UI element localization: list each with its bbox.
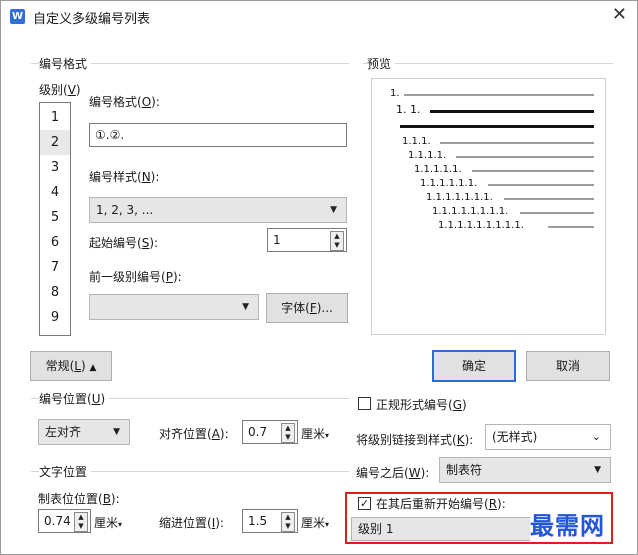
tab-position-unit[interactable]: 厘米▾ bbox=[94, 514, 122, 531]
number-format-label: 编号格式(O): bbox=[89, 95, 160, 109]
align-position-label: 对齐位置(A): bbox=[159, 427, 229, 441]
tab-position-value: 0.74 bbox=[44, 514, 71, 528]
align-position-spinner[interactable]: ▲ ▼ bbox=[281, 423, 295, 443]
spin-up-icon[interactable]: ▲ bbox=[282, 424, 294, 433]
preview-line-label: 1.1.1.1.1.1.1.1. bbox=[432, 206, 509, 217]
preview-line-label: 1. 1. bbox=[396, 103, 421, 116]
after-number-label: 编号之后(W): bbox=[356, 466, 430, 480]
watermark-text: 最需网 bbox=[530, 506, 605, 541]
spin-down-icon[interactable]: ▼ bbox=[282, 522, 294, 531]
start-number-value: 1 bbox=[273, 233, 281, 247]
preview-line bbox=[472, 170, 594, 172]
app-logo-icon: W bbox=[10, 9, 25, 24]
preview-line bbox=[404, 94, 594, 96]
after-number-value: 制表符 bbox=[446, 463, 483, 477]
number-style-select[interactable]: 1, 2, 3, ... ▼ bbox=[89, 197, 347, 223]
preview-line bbox=[520, 212, 594, 214]
level-item[interactable]: 4 bbox=[40, 180, 70, 205]
level-item[interactable]: 7 bbox=[40, 255, 70, 280]
ok-button[interactable]: 确定 bbox=[432, 350, 516, 382]
indent-position-spinner[interactable]: ▲ ▼ bbox=[281, 512, 295, 532]
preview-separator bbox=[363, 63, 613, 64]
close-icon[interactable]: ✕ bbox=[612, 4, 627, 25]
indent-position-label: 缩进位置(I): bbox=[159, 516, 224, 530]
preview-line bbox=[548, 226, 594, 228]
indent-position-input[interactable]: 1.5 ▲ ▼ bbox=[242, 509, 298, 533]
start-number-label: 起始编号(S): bbox=[89, 236, 159, 250]
preview-line-label: 1.1.1.1.1.1.1. bbox=[426, 192, 493, 203]
preview-line bbox=[456, 156, 594, 158]
chevron-down-icon: ▼ bbox=[113, 427, 120, 437]
cancel-button[interactable]: 取消 bbox=[526, 351, 610, 381]
start-number-input[interactable]: 1 ▲ ▼ bbox=[267, 228, 347, 252]
chevron-down-icon: ⌄ bbox=[591, 430, 601, 443]
align-position-input[interactable]: 0.7 ▲ ▼ bbox=[242, 420, 298, 444]
preview-line-label: 1.1.1.1.1.1. bbox=[420, 178, 478, 189]
spin-down-icon[interactable]: ▼ bbox=[75, 522, 87, 531]
preview-line-label: 1. bbox=[390, 88, 400, 99]
preview-pane: 1. 1. 1. 1.1.1. 1.1.1.1. 1.1.1.1.1. 1.1.… bbox=[371, 78, 606, 335]
level-item[interactable]: 6 bbox=[40, 230, 70, 255]
align-position-value: 0.7 bbox=[248, 425, 268, 439]
align-position-unit[interactable]: 厘米▾ bbox=[301, 425, 329, 442]
chevron-down-icon: ▼ bbox=[242, 302, 249, 312]
number-style-label: 编号样式(N): bbox=[89, 170, 160, 184]
font-button[interactable]: 字体(F)... bbox=[266, 293, 348, 323]
tab-position-spinner[interactable]: ▲ ▼ bbox=[74, 512, 88, 532]
spin-up-icon[interactable]: ▲ bbox=[331, 232, 343, 241]
level-item[interactable]: 3 bbox=[40, 155, 70, 180]
number-style-value: 1, 2, 3, ... bbox=[96, 203, 154, 217]
general-toggle-button[interactable]: 常规(L) ▲ bbox=[30, 351, 112, 381]
preview-group-title: 预览 bbox=[367, 55, 396, 72]
indent-position-unit[interactable]: 厘米▾ bbox=[301, 514, 329, 531]
text-position-group-title: 文字位置 bbox=[39, 463, 92, 480]
alignment-value: 左对齐 bbox=[45, 425, 82, 439]
title-bar: W 自定义多级编号列表 ✕ bbox=[1, 1, 637, 31]
link-style-label: 将级别链接到样式(K): bbox=[356, 433, 474, 447]
level-item-selected[interactable]: 2 bbox=[40, 130, 70, 155]
preview-line-label: 1.1.1.1.1.1.1.1.1. bbox=[438, 220, 524, 231]
level-item[interactable]: 1 bbox=[40, 105, 70, 130]
preview-line bbox=[488, 184, 594, 186]
alignment-select[interactable]: 左对齐 ▼ bbox=[38, 419, 130, 445]
preview-line-label: 1.1.1.1. bbox=[408, 150, 447, 161]
level-item[interactable]: 5 bbox=[40, 205, 70, 230]
level-item[interactable]: 9 bbox=[40, 305, 70, 330]
level-label: 级别(V) bbox=[39, 83, 81, 97]
level-list[interactable]: 1 2 3 4 5 6 7 8 9 bbox=[39, 102, 71, 336]
preview-line bbox=[440, 142, 594, 144]
chevron-up-icon: ▲ bbox=[89, 363, 97, 373]
spin-down-icon[interactable]: ▼ bbox=[282, 433, 294, 442]
indent-position-value: 1.5 bbox=[248, 514, 268, 528]
preview-line-label: 1.1.1.1.1. bbox=[414, 164, 462, 175]
legal-style-label: 正规形式编号(G) bbox=[376, 398, 467, 412]
chevron-down-icon: ▼ bbox=[330, 205, 337, 215]
spin-up-icon[interactable]: ▲ bbox=[282, 513, 294, 522]
legal-style-checkbox[interactable] bbox=[358, 397, 371, 410]
window-title: 自定义多级编号列表 bbox=[33, 12, 151, 27]
preview-line bbox=[504, 198, 594, 200]
previous-level-select[interactable]: ▼ bbox=[89, 294, 259, 320]
spin-down-icon[interactable]: ▼ bbox=[331, 241, 343, 250]
link-style-select[interactable]: (无样式) ⌄ bbox=[485, 424, 611, 450]
previous-level-label: 前一级别编号(P): bbox=[89, 270, 182, 284]
tab-position-label: 制表位位置(B): bbox=[38, 492, 120, 506]
number-position-group-title: 编号位置(U) bbox=[39, 390, 110, 407]
preview-line-label: 1.1.1. bbox=[402, 136, 431, 147]
after-number-select[interactable]: 制表符 ▼ bbox=[439, 457, 611, 483]
number-format-input[interactable]: ①.②. bbox=[89, 123, 347, 147]
spin-up-icon[interactable]: ▲ bbox=[75, 513, 87, 522]
numbering-format-group-title: 编号格式 bbox=[39, 55, 92, 72]
preview-line bbox=[430, 110, 594, 113]
start-number-spinner[interactable]: ▲ ▼ bbox=[330, 231, 344, 251]
level-item[interactable]: 8 bbox=[40, 280, 70, 305]
link-style-value: (无样式) bbox=[492, 430, 538, 444]
tab-position-input[interactable]: 0.74 ▲ ▼ bbox=[38, 509, 91, 533]
dialog-window: W 自定义多级编号列表 ✕ 编号格式 级别(V) 1 2 3 4 5 6 7 8… bbox=[0, 0, 638, 555]
preview-line bbox=[400, 125, 594, 128]
chevron-down-icon: ▼ bbox=[594, 465, 601, 475]
